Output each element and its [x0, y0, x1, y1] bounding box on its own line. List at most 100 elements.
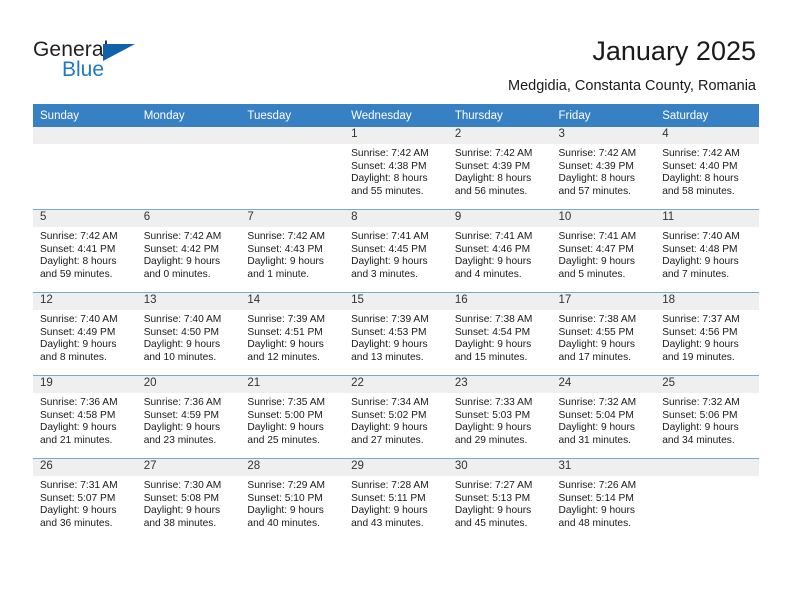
daylight-line-2: and 17 minutes. — [558, 351, 632, 363]
calendar-day-cell[interactable]: 5 Sunrise: 7:42 AM Sunset: 4:41 PM Daylight… — [33, 209, 137, 293]
general-blue-logo[interactable]: General Blue — [33, 38, 163, 86]
day-number: 7 — [240, 210, 345, 227]
calendar-day-cell[interactable]: 30 Sunrise: 7:27 AM Sunset: 5:13 PM Dayligh… — [447, 458, 552, 541]
sunset-time: Sunset: 4:51 PM — [247, 326, 323, 338]
calendar-day-cell[interactable]: 23 Sunrise: 7:33 AM Sunset: 5:03 PM Dayligh… — [447, 375, 552, 459]
calendar-day-cell[interactable]: 18 Sunrise: 7:37 AM Sunset: 4:56 PM Dayligh… — [655, 292, 759, 376]
sunset-time: Sunset: 5:14 PM — [558, 492, 634, 504]
daylight-line-1: Daylight: 8 hours — [40, 256, 117, 268]
sunset-time: Sunset: 4:38 PM — [351, 160, 427, 172]
daylight-line-1: Daylight: 9 hours — [40, 422, 117, 434]
day-details: Sunrise: 7:32 AM Sunset: 5:06 PM Daylight:… — [655, 393, 759, 447]
calendar-day-cell[interactable]: 17 Sunrise: 7:38 AM Sunset: 4:55 PM Dayligh… — [551, 292, 656, 376]
calendar-day-cell[interactable]: 2 Sunrise: 7:42 AM Sunset: 4:39 PM Daylight… — [447, 127, 552, 210]
sunrise-time: Sunrise: 7:33 AM — [454, 397, 533, 408]
calendar-day-cell[interactable]: 21 Sunrise: 7:35 AM Sunset: 5:00 PM Dayligh… — [240, 375, 345, 459]
day-details: Sunrise: 7:41 AM Sunset: 4:45 PM Daylight:… — [344, 227, 448, 281]
daylight-line-2: and 1 minute. — [247, 268, 310, 280]
sunset-time: Sunset: 4:53 PM — [351, 326, 427, 338]
sunrise-time: Sunrise: 7:39 AM — [351, 314, 429, 325]
day-number: 3 — [551, 127, 656, 144]
day-details: Sunrise: 7:35 AM Sunset: 5:00 PM Daylight:… — [240, 393, 344, 447]
day-details: Sunrise: 7:32 AM Sunset: 5:04 PM Daylight:… — [552, 393, 656, 447]
sunrise-time: Sunrise: 7:36 AM — [40, 397, 118, 408]
daylight-line-1: Daylight: 8 hours — [662, 173, 739, 185]
calendar-day-cell[interactable]: 15 Sunrise: 7:39 AM Sunset: 4:53 PM Dayligh… — [344, 292, 448, 376]
sunset-time: Sunset: 4:55 PM — [558, 326, 634, 338]
daylight-line-1: Daylight: 8 hours — [454, 173, 532, 185]
calendar-day-cell[interactable]: 12 Sunrise: 7:40 AM Sunset: 4:49 PM Dayligh… — [33, 292, 137, 376]
day-number-bar — [240, 127, 345, 144]
day-number: 22 — [344, 376, 448, 393]
sunrise-time: Sunrise: 7:40 AM — [40, 314, 118, 325]
daylight-line-1: Daylight: 9 hours — [40, 339, 117, 351]
day-number: 1 — [344, 127, 448, 144]
sunset-time: Sunset: 5:04 PM — [558, 409, 634, 421]
day-details: Sunrise: 7:40 AM Sunset: 4:50 PM Daylight:… — [137, 310, 241, 364]
day-number: 25 — [655, 376, 759, 393]
weekday-header-friday: Friday — [551, 104, 656, 127]
calendar-day-cell[interactable]: 8 Sunrise: 7:41 AM Sunset: 4:45 PM Daylight… — [344, 209, 448, 293]
sunrise-time: Sunrise: 7:32 AM — [662, 397, 740, 408]
day-details: Sunrise: 7:31 AM Sunset: 5:07 PM Daylight:… — [33, 476, 137, 530]
calendar-day-cell[interactable]: 22 Sunrise: 7:34 AM Sunset: 5:02 PM Dayligh… — [344, 375, 448, 459]
calendar-day-cell[interactable]: 25 Sunrise: 7:32 AM Sunset: 5:06 PM Dayligh… — [655, 375, 759, 459]
day-number: 21 — [240, 376, 345, 393]
sunrise-time: Sunrise: 7:42 AM — [143, 231, 222, 242]
day-details: Sunrise: 7:27 AM Sunset: 5:13 PM Daylight:… — [448, 476, 552, 530]
day-details: Sunrise: 7:42 AM Sunset: 4:43 PM Daylight:… — [240, 227, 344, 281]
weekday-header-sunday: Sunday — [33, 104, 137, 127]
calendar-day-cell[interactable]: 4 Sunrise: 7:42 AM Sunset: 4:40 PM Daylight… — [655, 127, 759, 210]
calendar-day-cell-empty — [655, 458, 759, 541]
calendar-day-cell[interactable]: 20 Sunrise: 7:36 AM Sunset: 4:59 PM Dayligh… — [136, 375, 241, 459]
sunrise-time: Sunrise: 7:40 AM — [662, 231, 740, 242]
daylight-line-2: and 59 minutes. — [40, 268, 113, 280]
calendar-day-cell[interactable]: 26 Sunrise: 7:31 AM Sunset: 5:07 PM Dayligh… — [33, 458, 137, 541]
calendar-day-cell-empty — [240, 127, 345, 210]
calendar-day-cell[interactable]: 16 Sunrise: 7:38 AM Sunset: 4:54 PM Dayligh… — [447, 292, 552, 376]
calendar-day-cell[interactable]: 24 Sunrise: 7:32 AM Sunset: 5:04 PM Dayligh… — [551, 375, 656, 459]
day-number: 30 — [447, 459, 552, 476]
sunset-time: Sunset: 4:50 PM — [143, 326, 220, 338]
calendar-week-row: 26 Sunrise: 7:31 AM Sunset: 5:07 PM Dayligh… — [33, 458, 759, 541]
day-number: 4 — [655, 127, 759, 144]
sunrise-time: Sunrise: 7:38 AM — [454, 314, 533, 325]
location-subtitle: Medgidia, Constanta County, Romania — [508, 78, 756, 94]
daylight-line-2: and 48 minutes. — [558, 517, 632, 529]
sunrise-time: Sunrise: 7:42 AM — [247, 231, 325, 242]
calendar-day-cell[interactable]: 19 Sunrise: 7:36 AM Sunset: 4:58 PM Dayligh… — [33, 375, 137, 459]
calendar-day-cell-empty — [136, 127, 241, 210]
calendar-day-cell[interactable]: 9 Sunrise: 7:41 AM Sunset: 4:46 PM Daylight… — [447, 209, 552, 293]
calendar-day-cell[interactable]: 11 Sunrise: 7:40 AM Sunset: 4:48 PM Dayligh… — [655, 209, 759, 293]
calendar-day-cell[interactable]: 14 Sunrise: 7:39 AM Sunset: 4:51 PM Dayligh… — [240, 292, 345, 376]
daylight-line-1: Daylight: 9 hours — [143, 339, 221, 351]
day-number: 20 — [136, 376, 241, 393]
logo-text-blue: Blue — [62, 58, 105, 81]
sunrise-time: Sunrise: 7:39 AM — [247, 314, 325, 325]
calendar-week-row: 19 Sunrise: 7:36 AM Sunset: 4:58 PM Dayligh… — [33, 375, 759, 459]
daylight-line-1: Daylight: 8 hours — [351, 173, 428, 185]
day-number: 11 — [655, 210, 759, 227]
calendar-day-cell[interactable]: 29 Sunrise: 7:28 AM Sunset: 5:11 PM Dayligh… — [344, 458, 448, 541]
sunset-time: Sunset: 4:54 PM — [454, 326, 531, 338]
calendar-day-cell[interactable]: 31 Sunrise: 7:26 AM Sunset: 5:14 PM Dayligh… — [551, 458, 656, 541]
sunrise-time: Sunrise: 7:35 AM — [247, 397, 325, 408]
sunset-time: Sunset: 4:47 PM — [558, 243, 634, 255]
calendar-page: General Blue January 2025 Medgidia, Cons… — [0, 0, 792, 612]
calendar-day-cell[interactable]: 13 Sunrise: 7:40 AM Sunset: 4:50 PM Dayligh… — [136, 292, 241, 376]
daylight-line-2: and 27 minutes. — [351, 434, 424, 446]
day-number: 2 — [447, 127, 552, 144]
sunrise-time: Sunrise: 7:40 AM — [143, 314, 222, 325]
day-number: 24 — [551, 376, 656, 393]
daylight-line-2: and 13 minutes. — [351, 351, 424, 363]
calendar-day-cell[interactable]: 10 Sunrise: 7:41 AM Sunset: 4:47 PM Dayligh… — [551, 209, 656, 293]
daylight-line-1: Daylight: 9 hours — [143, 422, 221, 434]
calendar-day-cell[interactable]: 3 Sunrise: 7:42 AM Sunset: 4:39 PM Daylight… — [551, 127, 656, 210]
calendar-header-row: Sunday Monday Tuesday Wednesday Thursday Frid… — [33, 104, 759, 127]
calendar-day-cell[interactable]: 1 Sunrise: 7:42 AM Sunset: 4:38 PM Daylight… — [344, 127, 448, 210]
calendar-day-cell[interactable]: 6 Sunrise: 7:42 AM Sunset: 4:42 PM Daylight… — [136, 209, 241, 293]
calendar-day-cell[interactable]: 27 Sunrise: 7:30 AM Sunset: 5:08 PM Dayligh… — [136, 458, 241, 541]
calendar-day-cell[interactable]: 7 Sunrise: 7:42 AM Sunset: 4:43 PM Daylight… — [240, 209, 345, 293]
calendar-day-cell[interactable]: 28 Sunrise: 7:29 AM Sunset: 5:10 PM Dayligh… — [240, 458, 345, 541]
daylight-line-1: Daylight: 9 hours — [351, 422, 428, 434]
